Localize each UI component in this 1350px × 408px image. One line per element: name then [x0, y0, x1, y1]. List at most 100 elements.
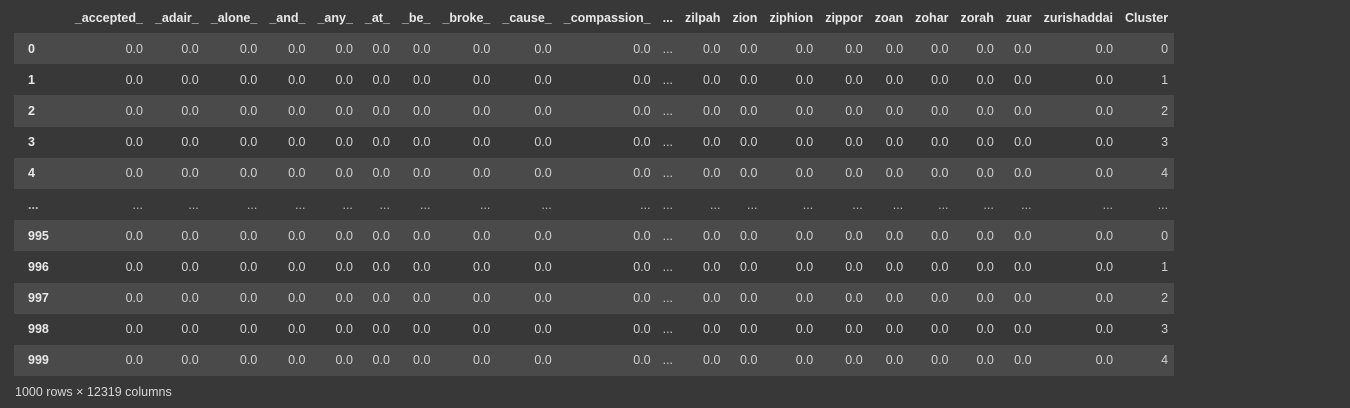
table-cell: 0.0 — [931, 353, 949, 368]
table-cell: 0.0 — [288, 103, 306, 118]
table-cell: 0.0 — [633, 166, 651, 181]
table-row: 2 0.0 0.0 0.0 0.0 0.0 0.0 0.0 0.0 0.0 0.0... 0.0 0.0… — [14, 95, 1175, 127]
table-cell: 0.0 — [845, 166, 863, 181]
table-cell: 3 — [1161, 322, 1169, 337]
column-header: _any_ — [317, 10, 353, 25]
table-cell: 0.0 — [633, 41, 651, 56]
table-cell: 0.0 — [976, 322, 994, 337]
table-cell: 0.0 — [181, 135, 199, 150]
table-cell: 0.0 — [633, 259, 651, 274]
table-cell: 0.0 — [534, 166, 552, 181]
column-header: zilpah — [685, 10, 721, 25]
table-cell: 0.0 — [1095, 103, 1114, 118]
table-cell: 0.0 — [885, 103, 904, 118]
table-cell: 0.0 — [740, 166, 758, 181]
table-cell: 0.0 — [125, 103, 143, 118]
table-cell: 0.0 — [239, 41, 258, 56]
table-cell: 0.0 — [740, 228, 758, 243]
table-cell: 0.0 — [288, 72, 306, 87]
table-cell: 0.0 — [288, 41, 306, 56]
table-cell: 0.0 — [125, 353, 143, 368]
dataframe-output: _accepted_ _adair_ _alone_ _and_ _any_ _at_ _b… — [0, 0, 1350, 408]
table-cell: 0.0 — [885, 259, 904, 274]
table-cell: 0.0 — [1095, 291, 1114, 306]
table-cell: 0.0 — [976, 72, 994, 87]
dataframe-shape: 1000 rows × 12319 columns — [15, 385, 172, 399]
row-index: 999 — [28, 353, 49, 368]
table-cell: 0.0 — [1014, 291, 1032, 306]
column-header: Cluster — [1125, 10, 1169, 25]
table-cell: 0.0 — [413, 72, 431, 87]
table-cell: 0.0 — [413, 135, 431, 150]
column-header: zion — [732, 10, 758, 25]
table-cell: 0.0 — [976, 291, 994, 306]
table-cell: 0.0 — [931, 166, 949, 181]
table-cell: 0.0 — [703, 291, 721, 306]
table-cell: 0.0 — [239, 353, 258, 368]
table-row: 1 0.0 0.0 0.0 0.0 0.0 0.0 0.0 0.0 0.0 0.0... 0.0 0.0… — [14, 64, 1175, 96]
table-cell: 0.0 — [239, 291, 258, 306]
table-cell: 0.0 — [633, 228, 651, 243]
table-cell: 0.0 — [534, 322, 552, 337]
table-cell: 0.0 — [335, 322, 353, 337]
table-cell: 0.0 — [473, 72, 491, 87]
table-cell: 0.0 — [1014, 41, 1032, 56]
table-cell: 0.0 — [931, 228, 949, 243]
table-cell: 0.0 — [633, 322, 651, 337]
row-index: 3 — [28, 135, 35, 150]
table-cell: 0.0 — [473, 353, 491, 368]
column-header: _be_ — [401, 10, 431, 25]
table-cell: 0.0 — [372, 353, 390, 368]
table-cell: 0.0 — [703, 228, 721, 243]
table-cell: 0.0 — [181, 41, 199, 56]
table-cell: 0.0 — [372, 291, 390, 306]
table-cell: 0.0 — [1095, 353, 1114, 368]
table-cell: 0.0 — [976, 103, 994, 118]
table-cell: 0.0 — [795, 103, 814, 118]
table-cell: 0.0 — [125, 166, 143, 181]
table-cell: 0.0 — [1095, 228, 1114, 243]
table-cell: 0.0 — [288, 259, 306, 274]
table-cell: 0.0 — [335, 103, 353, 118]
column-header: _at_ — [364, 10, 390, 25]
table-cell: 0.0 — [413, 322, 431, 337]
table-cell: 0.0 — [795, 41, 814, 56]
table-cell: ... — [1021, 197, 1032, 212]
table-cell: 0.0 — [845, 291, 863, 306]
table-cell: 0.0 — [534, 103, 552, 118]
table-cell: 0.0 — [335, 72, 353, 87]
table-cell: 0.0 — [288, 228, 306, 243]
ellipsis-cell: ... — [662, 166, 674, 181]
ellipsis-row: ........................................… — [14, 188, 1175, 221]
table-cell: 0.0 — [372, 103, 390, 118]
row-index: 995 — [28, 228, 49, 243]
table-cell: 4 — [1161, 353, 1169, 368]
table-cell: 0.0 — [885, 41, 904, 56]
row-index: 2 — [28, 103, 35, 118]
table-cell: 0.0 — [473, 135, 491, 150]
table-cell: 0.0 — [239, 135, 258, 150]
table-cell: 0.0 — [703, 353, 721, 368]
table-cell: 0.0 — [885, 166, 904, 181]
ellipsis-cell: ... — [662, 353, 674, 368]
table-cell: 0.0 — [633, 135, 651, 150]
table-cell: 2 — [1161, 103, 1169, 118]
ellipsis-cell: ... — [662, 135, 674, 150]
table-cell: 0.0 — [1014, 135, 1032, 150]
table-cell: 0.0 — [534, 41, 552, 56]
table-cell: 0.0 — [125, 228, 143, 243]
table-cell: 0.0 — [1014, 322, 1032, 337]
table-cell: ... — [892, 197, 904, 212]
table-cell: 0.0 — [1095, 72, 1114, 87]
table-cell: 0.0 — [413, 259, 431, 274]
table-cell: 0.0 — [795, 291, 814, 306]
table-row: 0 0.0 0.0 0.0 0.0 0.0 0.0 0.0 0.0 0.0 0.0... 0.0 0.0… — [14, 33, 1175, 65]
table-cell: 0.0 — [534, 259, 552, 274]
row-index: 1 — [28, 72, 35, 87]
table-cell: 0.0 — [1014, 166, 1032, 181]
column-header: zorah — [960, 10, 994, 25]
table-cell: 0.0 — [473, 322, 491, 337]
table-cell: 0.0 — [372, 322, 390, 337]
table-cell: 0.0 — [335, 259, 353, 274]
table-cell: 0.0 — [372, 166, 390, 181]
